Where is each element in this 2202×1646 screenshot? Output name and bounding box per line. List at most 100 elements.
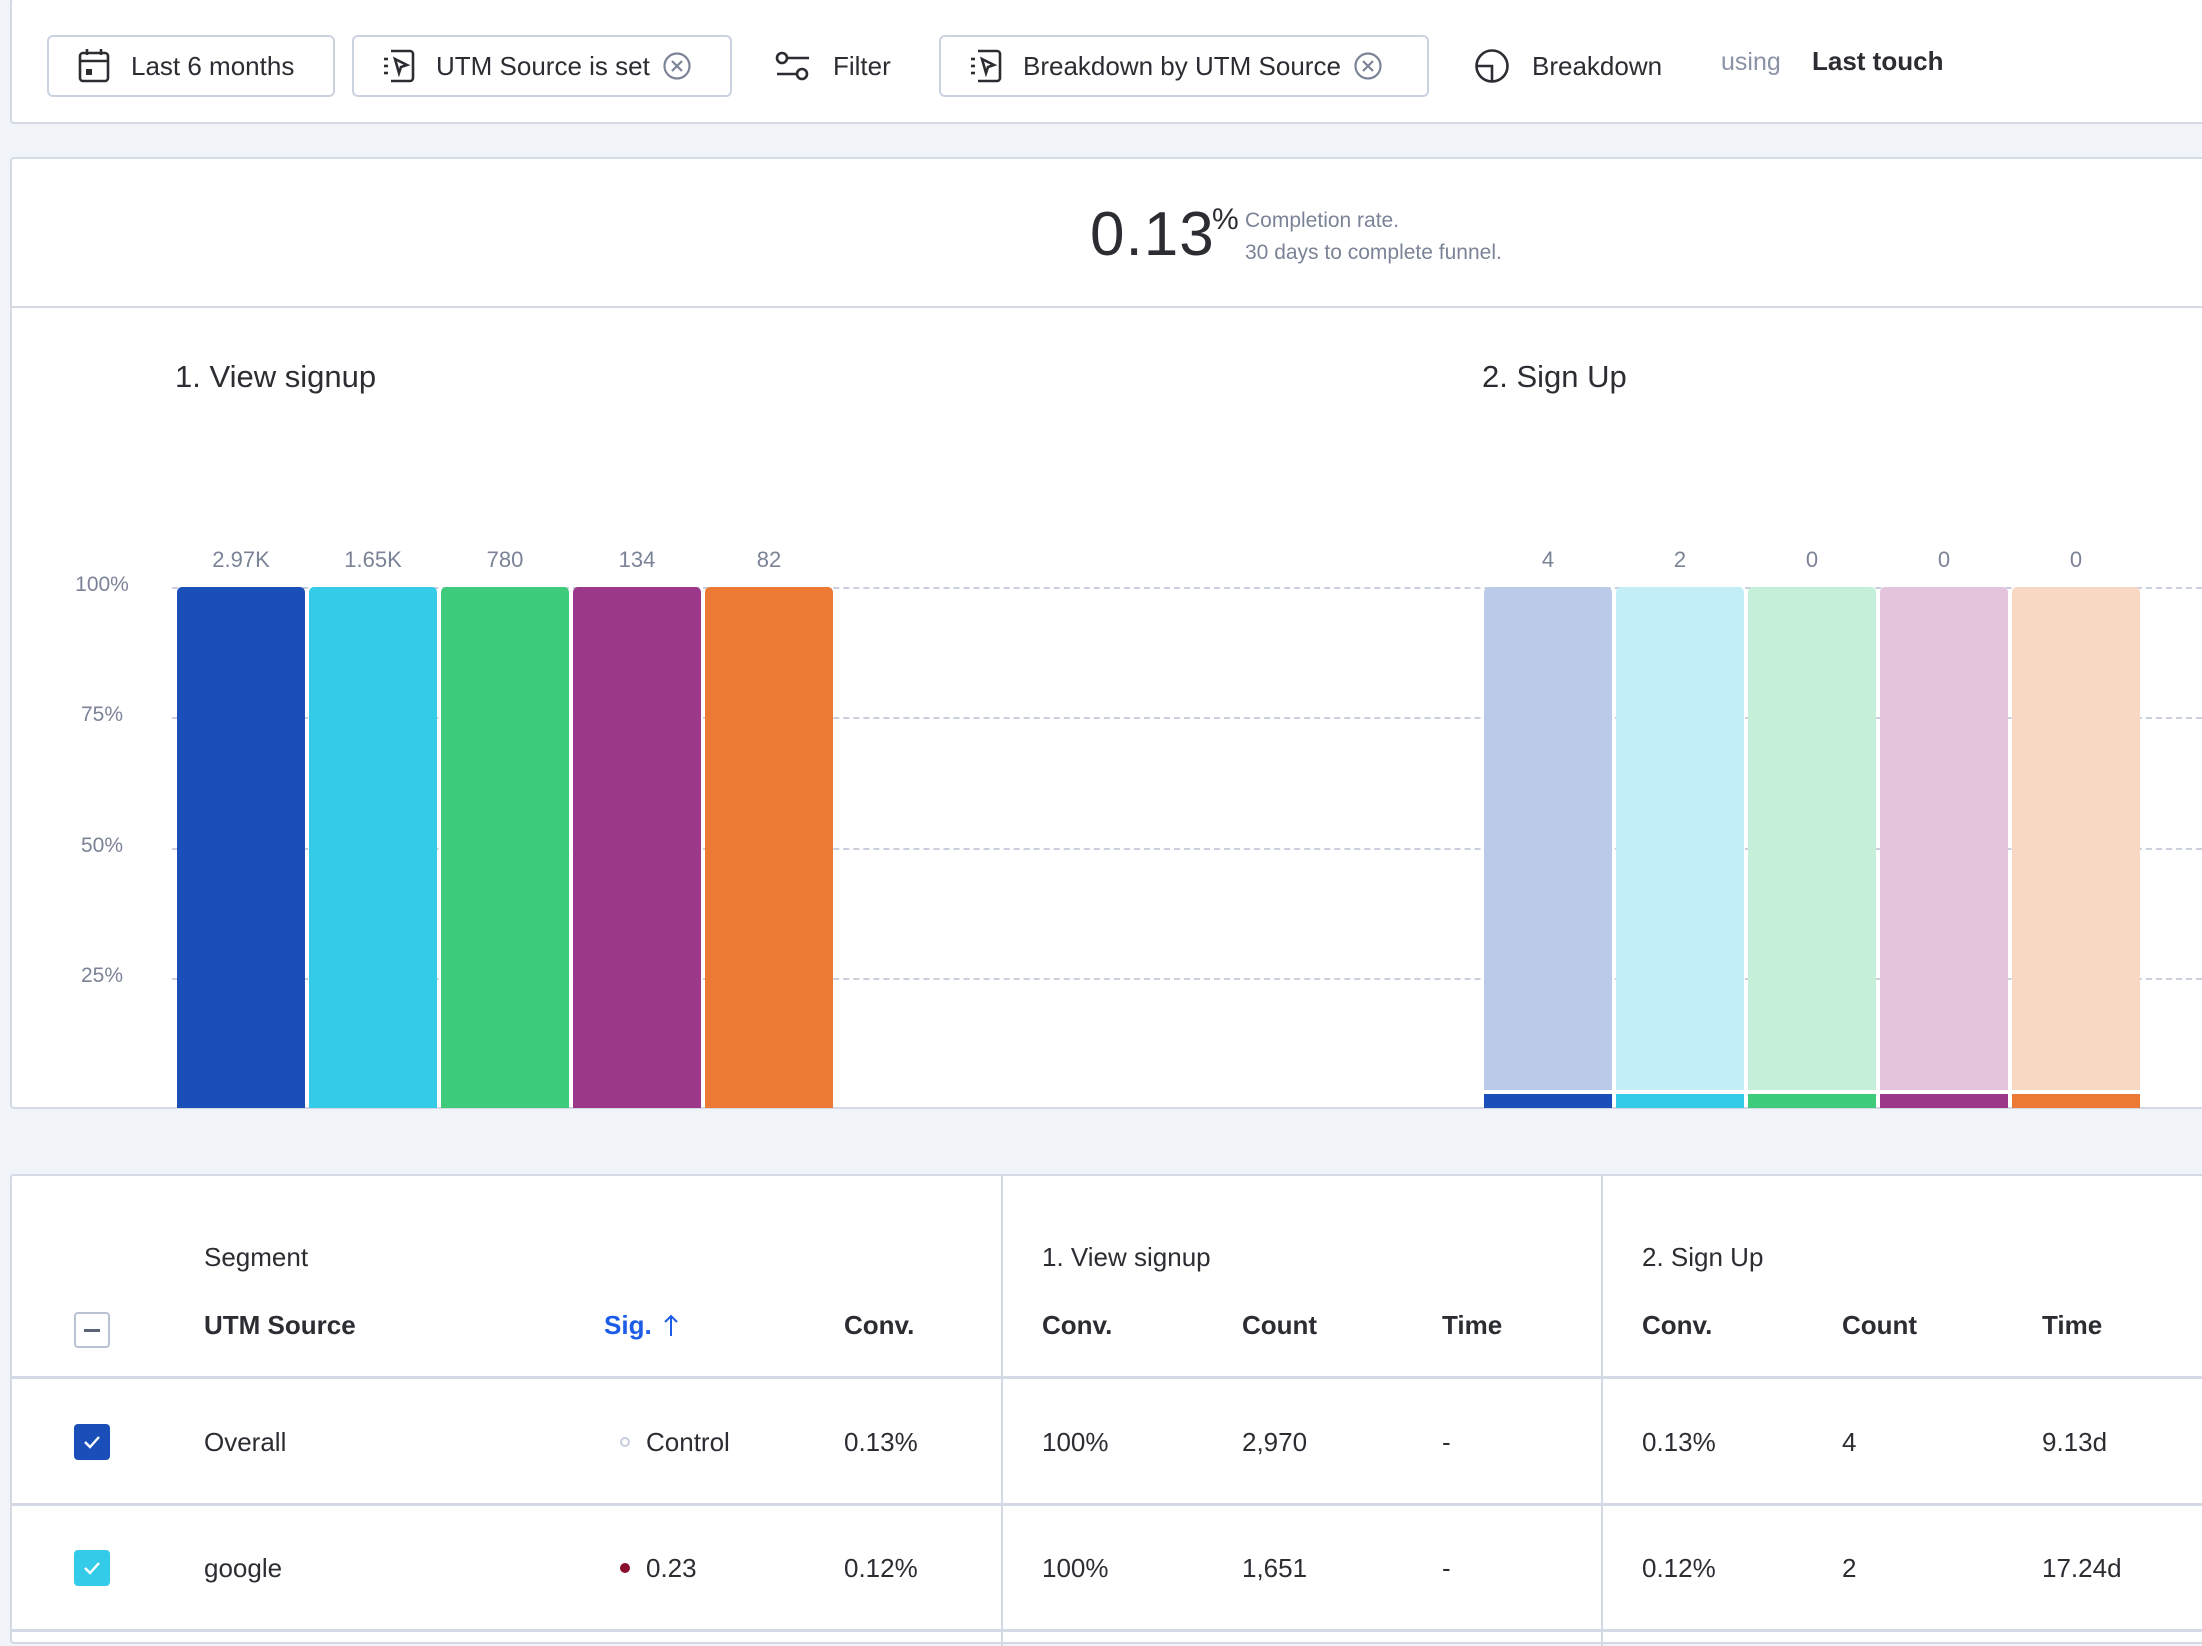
dropoff-bar[interactable] <box>1880 587 2008 1090</box>
breakdown-button-label: Breakdown <box>1532 50 1663 81</box>
query-toolbar: Last 6 months UTM Source is set Filter B… <box>10 0 2202 124</box>
completion-rate-caption: Completion rate. <box>1245 209 1400 232</box>
date-range-label: Last 6 months <box>131 50 295 81</box>
filter-button-label: Filter <box>833 50 891 81</box>
column-header-utm-source[interactable]: UTM Source <box>204 1310 356 1341</box>
y-tick-label: 75% <box>80 703 124 727</box>
funnel-bar[interactable] <box>177 587 305 1108</box>
bar-value-label: 2.97K <box>212 547 270 572</box>
column-header-sig[interactable]: Sig. <box>604 1310 679 1341</box>
column-header-step2-conv[interactable]: Conv. <box>1642 1310 1712 1341</box>
funnel-bar[interactable] <box>441 587 569 1108</box>
column-header-step1-conv[interactable]: Conv. <box>1042 1310 1112 1341</box>
converted-bar[interactable] <box>1616 1094 1744 1108</box>
y-tick-label: 50% <box>80 833 124 857</box>
converted-bar[interactable] <box>2012 1094 2140 1108</box>
column-header-step1-time[interactable]: Time <box>1442 1310 1502 1341</box>
row-checkbox[interactable] <box>74 1550 110 1586</box>
filter-chip-label: UTM Source is set <box>436 50 650 81</box>
event-cursor-icon <box>971 49 1002 83</box>
row-checkbox[interactable] <box>74 1424 110 1460</box>
overall-conv: 0.12% <box>844 1553 918 1583</box>
step-title-sign-up: 2. Sign Up <box>1482 359 1627 394</box>
arrow-up-icon <box>664 1314 678 1336</box>
step-title-view-signup: 1. View signup <box>175 359 377 394</box>
conversion-window-caption: 30 days to complete funnel. <box>1245 241 1502 264</box>
segment-name: Overall <box>204 1427 287 1457</box>
close-circle-icon[interactable] <box>662 51 692 81</box>
table-row[interactable]: google 0.23 0.12% 100% 1,651 - 0.12% 2 17.24d <box>12 1505 2202 1632</box>
sliders-icon <box>775 51 809 81</box>
pie-breakdown-icon <box>1475 49 1509 83</box>
funnel-bar[interactable] <box>573 587 701 1108</box>
group-header-segment: Segment <box>204 1242 309 1272</box>
calendar-icon <box>78 49 110 83</box>
date-range-button[interactable]: Last 6 months <box>47 35 335 97</box>
filter-button[interactable]: Filter <box>775 35 891 97</box>
dropoff-bar[interactable] <box>1484 587 1612 1090</box>
group-header-step1: 1. View signup <box>1042 1242 1211 1272</box>
attribution-model-select[interactable]: Last touch <box>1812 46 1943 77</box>
step2-count: 2 <box>1842 1553 1857 1583</box>
sig-value: 0.23 <box>620 1553 697 1584</box>
funnel-breakdown-table: Segment 1. View signup 2. Sign Up UTM So… <box>10 1174 2202 1646</box>
sig-text: 0.23 <box>646 1553 697 1583</box>
sig-text: Control <box>646 1427 730 1457</box>
close-circle-icon[interactable] <box>1353 51 1383 81</box>
table-row[interactable]: Overall Control 0.13% 100% 2,970 - 0.13% 4 9.13d <box>12 1379 2202 1506</box>
breakdown-button[interactable]: Breakdown <box>1474 35 1662 97</box>
bar-value-label: 134 <box>618 547 656 572</box>
step1-time: - <box>1442 1427 1451 1457</box>
completion-rate-value: 0.13 <box>1090 200 1215 269</box>
segment-name: google <box>204 1553 283 1583</box>
converted-bar[interactable] <box>1484 1094 1612 1108</box>
step1-count: 2,970 <box>1242 1427 1308 1457</box>
step2-count: 4 <box>1842 1427 1857 1457</box>
dropoff-bar[interactable] <box>2012 587 2140 1090</box>
sig-value: Control <box>620 1427 730 1458</box>
column-header-step1-count[interactable]: Count <box>1242 1310 1317 1341</box>
step2-conv: 0.13% <box>1642 1427 1716 1457</box>
sig-dot-icon <box>620 1563 630 1574</box>
step1-conv: 100% <box>1042 1553 1109 1583</box>
group-header-step2: 2. Sign Up <box>1642 1242 1764 1272</box>
step1-time: - <box>1442 1553 1451 1583</box>
converted-bar[interactable] <box>1880 1094 2008 1108</box>
overall-conv: 0.13% <box>844 1427 918 1457</box>
event-cursor-icon <box>384 49 415 83</box>
bar-value-label: 0 <box>1805 547 1819 572</box>
step2-conv: 0.12% <box>1642 1553 1716 1583</box>
bar-value-label: 0 <box>1937 547 1951 572</box>
completion-rate-label: Completion rate. 30 days to complete fun… <box>1245 205 1502 269</box>
bar-value-label: 1.65K <box>344 547 402 572</box>
using-label: using <box>1721 48 1781 76</box>
column-header-step2-time[interactable]: Time <box>2042 1310 2102 1341</box>
filter-chip[interactable]: UTM Source is set <box>352 35 732 97</box>
step1-conv: 100% <box>1042 1427 1109 1457</box>
column-header-conv[interactable]: Conv. <box>844 1310 914 1341</box>
completion-rate-unit: % <box>1212 203 1239 236</box>
dropoff-bar[interactable] <box>1748 587 1876 1090</box>
funnel-bar[interactable] <box>705 587 833 1108</box>
column-header-step2-count[interactable]: Count <box>1842 1310 1917 1341</box>
breakdown-chip[interactable]: Breakdown by UTM Source <box>939 35 1429 97</box>
sig-dot-icon <box>620 1437 630 1448</box>
bar-value-label: 4 <box>1541 547 1555 572</box>
step1-count: 1,651 <box>1242 1553 1308 1583</box>
step2-time: 9.13d <box>2042 1427 2108 1457</box>
bar-value-label: 780 <box>486 547 524 572</box>
minus-icon <box>84 1328 100 1332</box>
breakdown-chip-label: Breakdown by UTM Source <box>1023 50 1341 81</box>
funnel-bar[interactable] <box>309 587 437 1108</box>
step2-time: 17.24d <box>2042 1553 2122 1583</box>
check-icon <box>84 1562 100 1575</box>
bar-value-label: 82 <box>756 547 782 572</box>
converted-bar[interactable] <box>1748 1094 1876 1108</box>
y-tick-label: 100% <box>75 573 129 596</box>
select-all-checkbox[interactable] <box>74 1312 110 1348</box>
y-tick-label: 25% <box>80 963 124 987</box>
dropoff-bar[interactable] <box>1616 587 1744 1090</box>
completion-summary: 0.13 % Completion rate. 30 days to compl… <box>12 159 2202 308</box>
bar-value-label: 2 <box>1673 547 1687 572</box>
check-icon <box>84 1436 100 1449</box>
